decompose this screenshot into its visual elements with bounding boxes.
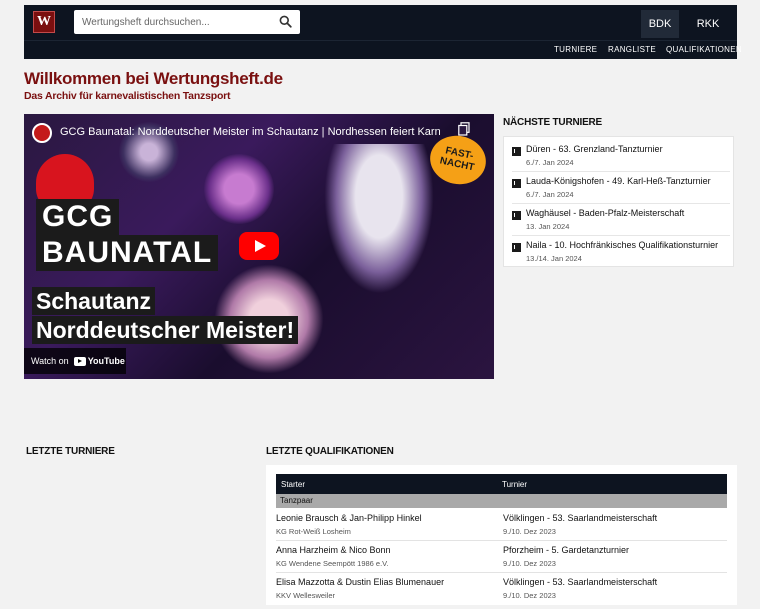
bdk-button[interactable]: BDK bbox=[641, 10, 679, 38]
site-logo[interactable]: W bbox=[33, 11, 55, 33]
starter-club: KKV Wellesweiler bbox=[276, 591, 336, 600]
starter-name[interactable]: Leonie Brausch & Jan-Philipp Hinkel bbox=[276, 513, 422, 523]
turnier-name[interactable]: Völklingen - 53. Saarlandmeisterschaft bbox=[503, 577, 657, 587]
turnier-name[interactable]: Völklingen - 53. Saarlandmeisterschaft bbox=[503, 513, 657, 523]
list-item[interactable]: Naila - 10. Hochfränkisches Qualifikatio… bbox=[512, 240, 730, 268]
copy-link-icon[interactable] bbox=[458, 122, 470, 136]
flower-decoration bbox=[204, 154, 274, 224]
tournament-name[interactable]: Naila - 10. Hochfränkisches Qualifikatio… bbox=[526, 240, 718, 250]
thumbnail-text-baunatal: BAUNATAL bbox=[36, 235, 219, 271]
row-divider bbox=[276, 540, 727, 541]
tournament-icon bbox=[512, 211, 521, 220]
search-box bbox=[74, 10, 300, 34]
youtube-label: YouTube bbox=[87, 356, 125, 366]
sub-navbar: TURNIERE RANGLISTE QUALIFIKATIONEN bbox=[24, 40, 742, 59]
search-input[interactable] bbox=[74, 10, 264, 34]
tournament-icon bbox=[512, 179, 521, 188]
turnier-date: 9./10. Dez 2023 bbox=[503, 527, 556, 536]
row-divider bbox=[276, 572, 727, 573]
video-title[interactable]: GCG Baunatal: Norddeutscher Meister im S… bbox=[60, 126, 440, 138]
page-subtitle: Das Archiv für karnevalistischen Tanzspo… bbox=[24, 90, 231, 102]
top-navbar: W BDK RKK bbox=[24, 5, 737, 40]
watch-on-label: Watch on bbox=[31, 356, 69, 366]
divider bbox=[512, 203, 730, 204]
column-header-starter: Starter bbox=[281, 480, 306, 489]
tournament-date: 6./7. Jan 2024 bbox=[526, 158, 574, 167]
tournament-date: 6./7. Jan 2024 bbox=[526, 190, 574, 199]
watch-on-youtube[interactable]: Watch on YouTube bbox=[24, 348, 126, 374]
thumbnail-text-gcg: GCG bbox=[36, 199, 120, 235]
turnier-date: 9./10. Dez 2023 bbox=[503, 559, 556, 568]
table-group-row: Tanzpaar bbox=[276, 494, 727, 508]
nav-qualifikationen[interactable]: QUALIFIKATIONEN bbox=[666, 45, 742, 54]
list-item[interactable]: Waghäusel - Baden-Pfalz-Meisterschaft 13… bbox=[512, 208, 730, 236]
skull-dancer-figure bbox=[324, 144, 434, 294]
rkk-button[interactable]: RKK bbox=[689, 10, 727, 38]
youtube-video-embed[interactable]: GCG Baunatal: Norddeutscher Meister im S… bbox=[24, 114, 494, 379]
tournament-name[interactable]: Düren - 63. Grenzland-Tanzturnier bbox=[526, 144, 663, 154]
starter-name[interactable]: Elisa Mazzotta & Dustin Elias Blumenauer bbox=[276, 577, 444, 587]
turnier-date: 9./10. Dez 2023 bbox=[503, 591, 556, 600]
turnier-name[interactable]: Pforzheim - 5. Gardetanzturnier bbox=[503, 545, 629, 555]
thumbnail-text-meister: Norddeutscher Meister! bbox=[32, 316, 299, 344]
page-title: Willkommen bei Wertungsheft.de bbox=[24, 69, 283, 88]
next-tournaments-list: Düren - 63. Grenzland-Tanzturnier 6./7. … bbox=[503, 136, 734, 267]
column-header-turnier: Turnier bbox=[502, 480, 528, 489]
table-header: Starter Turnier bbox=[276, 474, 727, 494]
tournament-date: 13./14. Jan 2024 bbox=[526, 254, 582, 263]
last-tournaments-heading: LETZTE TURNIERE bbox=[26, 446, 115, 457]
nav-rangliste[interactable]: RANGLISTE bbox=[608, 45, 656, 54]
search-icon[interactable] bbox=[279, 15, 292, 28]
qualifications-table: Starter Turnier Tanzpaar Leonie Brausch … bbox=[266, 465, 737, 605]
tournament-icon bbox=[512, 243, 521, 252]
tournament-name[interactable]: Waghäusel - Baden-Pfalz-Meisterschaft bbox=[526, 208, 684, 218]
play-button[interactable] bbox=[239, 232, 279, 260]
starter-club: KG Wendene Seempött 1986 e.V. bbox=[276, 559, 389, 568]
last-qualifications-heading: LETZTE QUALIFIKATIONEN bbox=[266, 446, 394, 457]
starter-name[interactable]: Anna Harzheim & Nico Bonn bbox=[276, 545, 391, 555]
list-item[interactable]: Lauda-Königshofen - 49. Karl-Heß-Tanztur… bbox=[512, 176, 730, 204]
tournament-icon bbox=[512, 147, 521, 156]
next-tournaments-heading: NÄCHSTE TURNIERE bbox=[503, 117, 603, 128]
tournament-date: 13. Jan 2024 bbox=[526, 222, 570, 231]
nav-turniere[interactable]: TURNIERE bbox=[554, 45, 597, 54]
starter-club: KG Rot-Weiß Losheim bbox=[276, 527, 351, 536]
list-item[interactable]: Düren - 63. Grenzland-Tanzturnier 6./7. … bbox=[512, 144, 730, 172]
table-row: Elisa Mazzotta & Dustin Elias Blumenauer… bbox=[276, 577, 727, 609]
youtube-icon bbox=[73, 356, 86, 366]
thumbnail-text-schautanz: Schautanz bbox=[32, 287, 156, 315]
tournament-name[interactable]: Lauda-Königshofen - 49. Karl-Heß-Tanztur… bbox=[526, 176, 711, 186]
youtube-logo: YouTube bbox=[73, 356, 125, 366]
divider bbox=[512, 235, 730, 236]
channel-avatar[interactable] bbox=[32, 123, 52, 143]
divider bbox=[512, 171, 730, 172]
